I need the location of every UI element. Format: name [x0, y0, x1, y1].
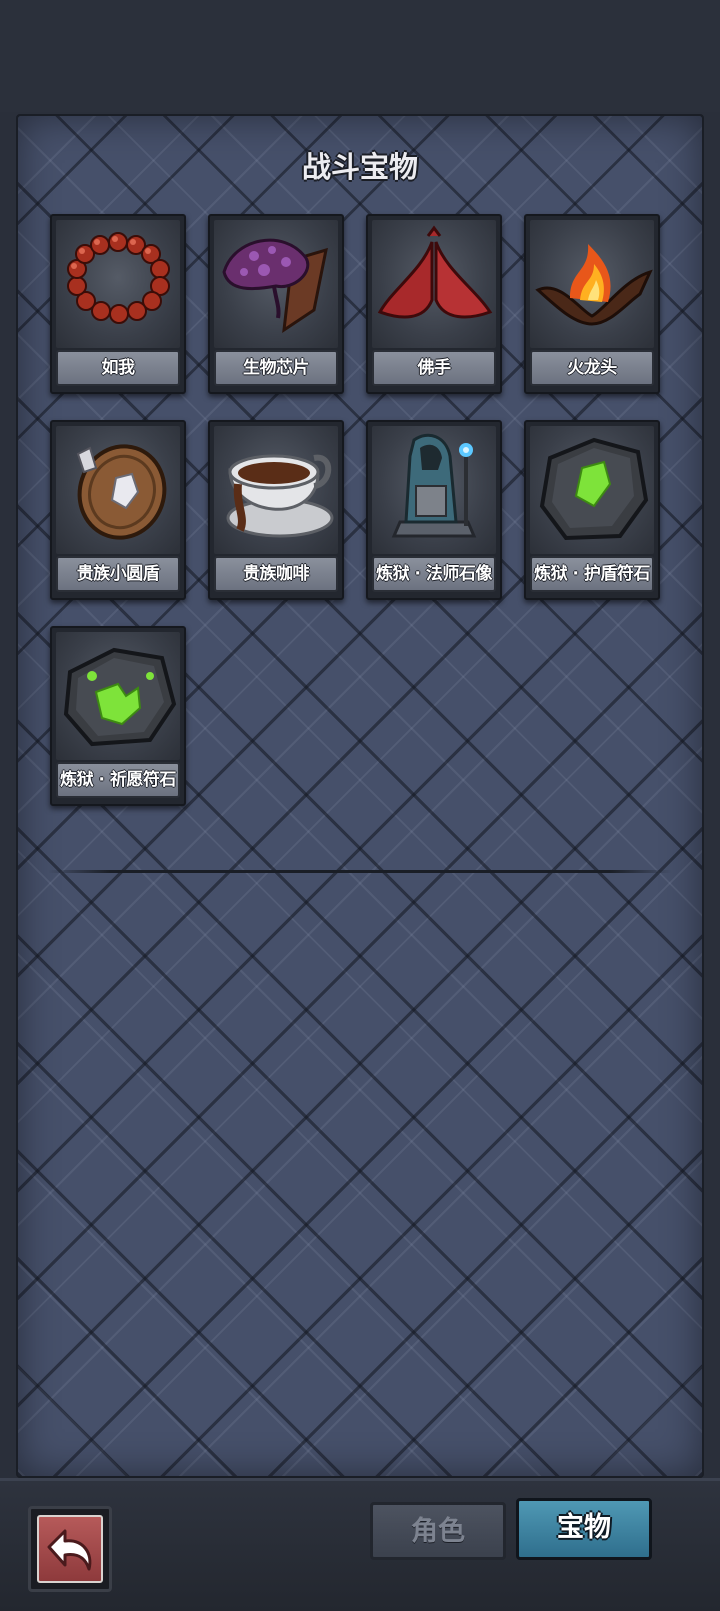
panel-title: 战斗宝物: [301, 150, 418, 184]
treasure-label: 佛手: [372, 350, 496, 386]
treasure-card-buddha-hand[interactable]: 佛手: [366, 214, 502, 394]
treasure-card-wish-rune-stone[interactable]: 炼狱 · 祈愿符石: [50, 626, 186, 806]
treasure-label: 炼狱 · 祈愿符石: [56, 762, 180, 798]
treasure-card-ruwo[interactable]: 如我: [50, 214, 186, 394]
top-bar: [0, 0, 720, 112]
treasure-label: 贵族小圆盾: [56, 556, 180, 592]
back-button[interactable]: [28, 1506, 112, 1592]
panel-divider: [48, 870, 672, 873]
buddha-hand-icon: [372, 220, 496, 348]
treasure-panel: 战斗宝物 如我 生物芯片 佛手 火龙头 贵族小圆盾 贵族咖啡 炼狱 · 法师石像…: [16, 114, 704, 1478]
treasure-label: 贵族咖啡: [214, 556, 338, 592]
treasure-card-mage-statue[interactable]: 炼狱 · 法师石像: [366, 420, 502, 600]
treasure-label: 火龙头: [530, 350, 654, 386]
mage-statue-icon: [372, 426, 496, 554]
wish-rune-stone-icon: [56, 632, 180, 760]
treasure-label: 生物芯片: [214, 350, 338, 386]
return-arrow-icon: [37, 1515, 103, 1583]
fire-dragon-head-icon: [530, 220, 654, 348]
treasure-card-bio-chip[interactable]: 生物芯片: [208, 214, 344, 394]
bio-chip-icon: [214, 220, 338, 348]
treasure-card-noble-coffee[interactable]: 贵族咖啡: [208, 420, 344, 600]
noble-round-shield-icon: [56, 426, 180, 554]
tab-treasure[interactable]: 宝物: [516, 1498, 652, 1560]
prayer-beads-icon: [56, 220, 180, 348]
treasure-card-fire-dragon-head[interactable]: 火龙头: [524, 214, 660, 394]
treasure-label: 如我: [56, 350, 180, 386]
tab-role[interactable]: 角色: [370, 1502, 506, 1560]
shield-rune-stone-icon: [530, 426, 654, 554]
treasure-label: 炼狱 · 护盾符石: [530, 556, 654, 592]
treasure-label: 炼狱 · 法师石像: [372, 556, 496, 592]
treasure-card-shield-rune-stone[interactable]: 炼狱 · 护盾符石: [524, 420, 660, 600]
treasure-card-noble-shield[interactable]: 贵族小圆盾: [50, 420, 186, 600]
noble-coffee-icon: [214, 426, 338, 554]
